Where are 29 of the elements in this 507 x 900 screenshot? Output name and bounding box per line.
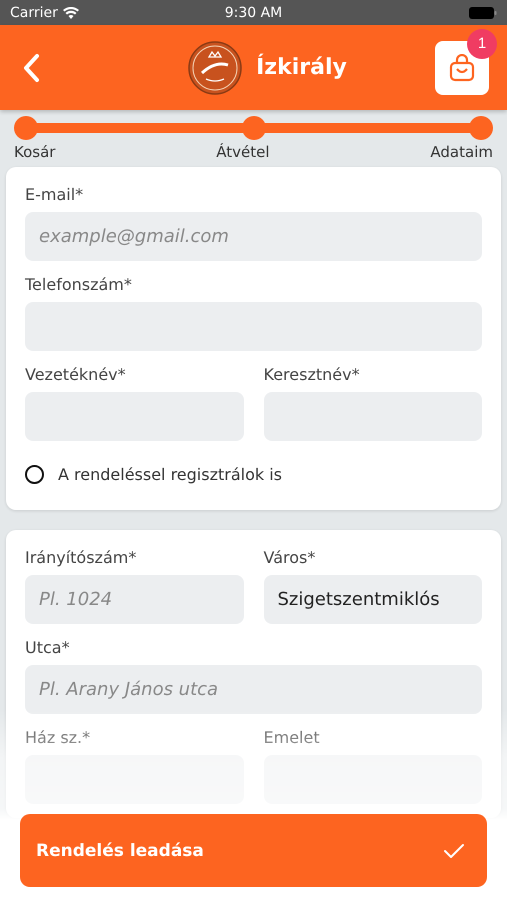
app-title: Ízkirály [256, 55, 347, 80]
input-field[interactable]: Pl. 1024 [25, 575, 244, 624]
input-field[interactable]: Szigetszentmiklós [264, 575, 482, 624]
step-label: Kosár [14, 143, 56, 161]
carrier-label: Carrier [10, 4, 58, 20]
input-field[interactable]: example@gmail.com [25, 212, 482, 261]
shopping-bag-icon [449, 54, 475, 82]
checkmark-icon [443, 842, 465, 858]
field-label: E-mail* [25, 185, 84, 204]
radio-label: A rendeléssel regisztrálok is [58, 465, 282, 484]
radio-button[interactable] [25, 465, 44, 484]
step-label: Adataim [430, 143, 493, 161]
clock-time: 9:30 AM [224, 4, 282, 20]
step-label: Átvétel [216, 143, 270, 161]
field-label: Emelet [264, 728, 321, 747]
back-icon[interactable] [22, 52, 40, 82]
submit-order-button[interactable]: Rendelés leadása [20, 814, 487, 887]
wifi-icon [62, 6, 79, 18]
battery-icon [468, 6, 497, 18]
input-field[interactable]: Pl. Arany János utca [25, 665, 482, 714]
cart-count-badge: 1 [467, 28, 497, 58]
logo-icon [188, 40, 242, 94]
field-label: Keresztnév* [264, 365, 361, 384]
field-label: Utca* [25, 638, 71, 657]
field-label: Irányítószám* [25, 548, 138, 567]
field-label: Ház sz.* [25, 728, 92, 747]
field-label: Város* [264, 548, 316, 567]
field-label: Vezetéknév* [25, 365, 127, 384]
field-label: Telefonszám* [25, 275, 133, 294]
